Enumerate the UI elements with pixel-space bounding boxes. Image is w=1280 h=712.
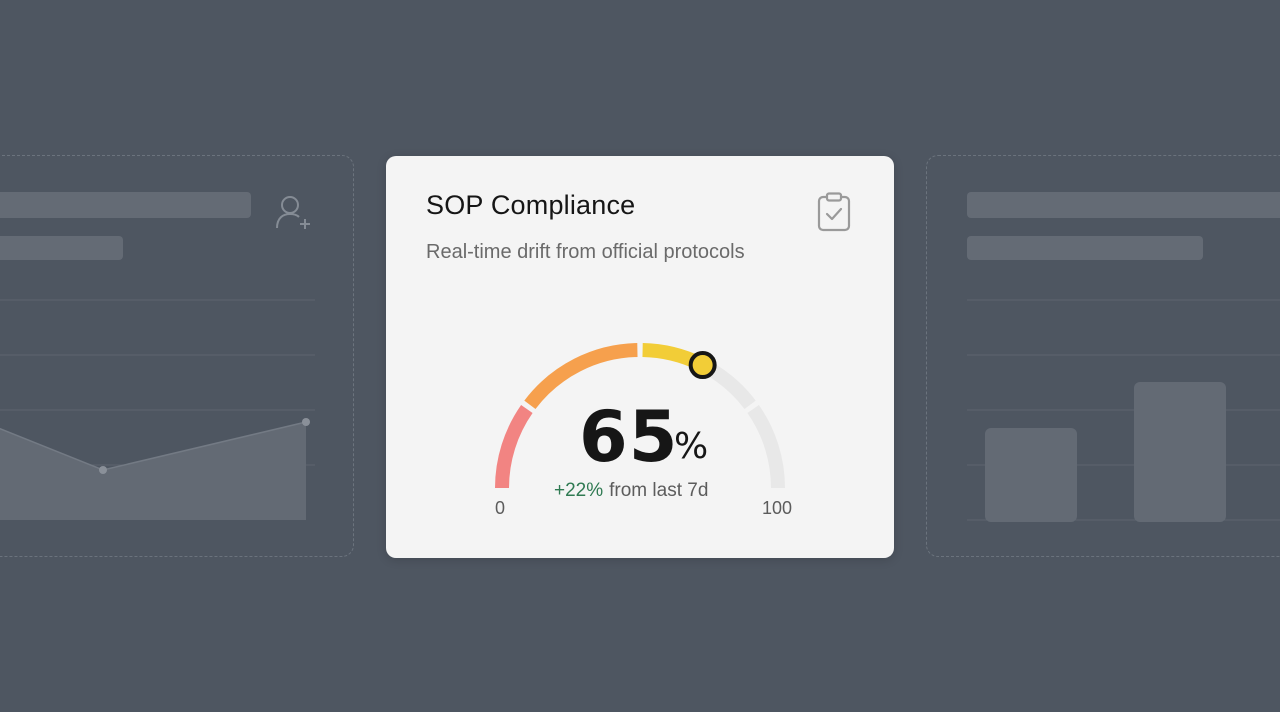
delta-text: from last 7d bbox=[609, 480, 709, 501]
dashboard-stage: SOP Compliance Real-time drift from offi… bbox=[0, 0, 1280, 712]
placeholder-bar-chart bbox=[967, 299, 1280, 522]
gauge-value-number: 65 bbox=[579, 396, 679, 478]
gauge-segment-5 bbox=[747, 404, 785, 489]
gauge-marker[interactable] bbox=[688, 351, 717, 380]
gauge-delta: +22% from last 7d bbox=[554, 480, 708, 502]
gauge-segment-1 bbox=[495, 404, 533, 489]
gauge-min-label: 0 bbox=[495, 498, 506, 518]
placeholder-card-left bbox=[0, 155, 354, 557]
sop-compliance-card: SOP Compliance Real-time drift from offi… bbox=[386, 156, 894, 558]
placeholder-card-right bbox=[926, 155, 1280, 557]
add-user-icon[interactable] bbox=[275, 194, 315, 232]
delta-value: +22% bbox=[554, 480, 604, 501]
gauge-value-unit: % bbox=[674, 426, 709, 467]
gauge-max-label: 100 bbox=[762, 498, 793, 518]
